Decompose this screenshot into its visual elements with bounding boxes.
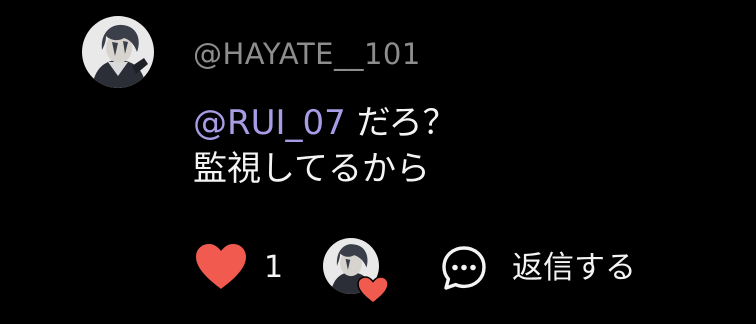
comment-line-2: 監視してるから	[193, 149, 430, 189]
reply-button[interactable]: 返信する	[440, 244, 636, 292]
mention-link[interactable]: @RUI_07	[193, 103, 346, 143]
reply-label: 返信する	[512, 250, 636, 286]
like-button[interactable]	[193, 242, 249, 292]
comment-body: @RUI_07 だろ？ 監視してるから	[193, 100, 457, 192]
heart-icon	[196, 244, 246, 289]
heart-badge-icon	[357, 276, 389, 304]
creator-liked-indicator	[323, 238, 391, 306]
comment-actions: 1 返信する	[0, 232, 756, 304]
comment-text-1: だろ？	[345, 103, 457, 143]
comment-item: @HAYATE__101 @RUI_07 だろ？ 監視してるから 1 返信する	[0, 0, 756, 324]
speech-bubble-icon	[442, 246, 486, 290]
comment-username[interactable]: @HAYATE__101	[193, 34, 421, 74]
commenter-avatar[interactable]	[82, 16, 154, 88]
like-count: 1	[264, 250, 284, 285]
comment-line-1: @RUI_07 だろ？	[193, 100, 457, 146]
